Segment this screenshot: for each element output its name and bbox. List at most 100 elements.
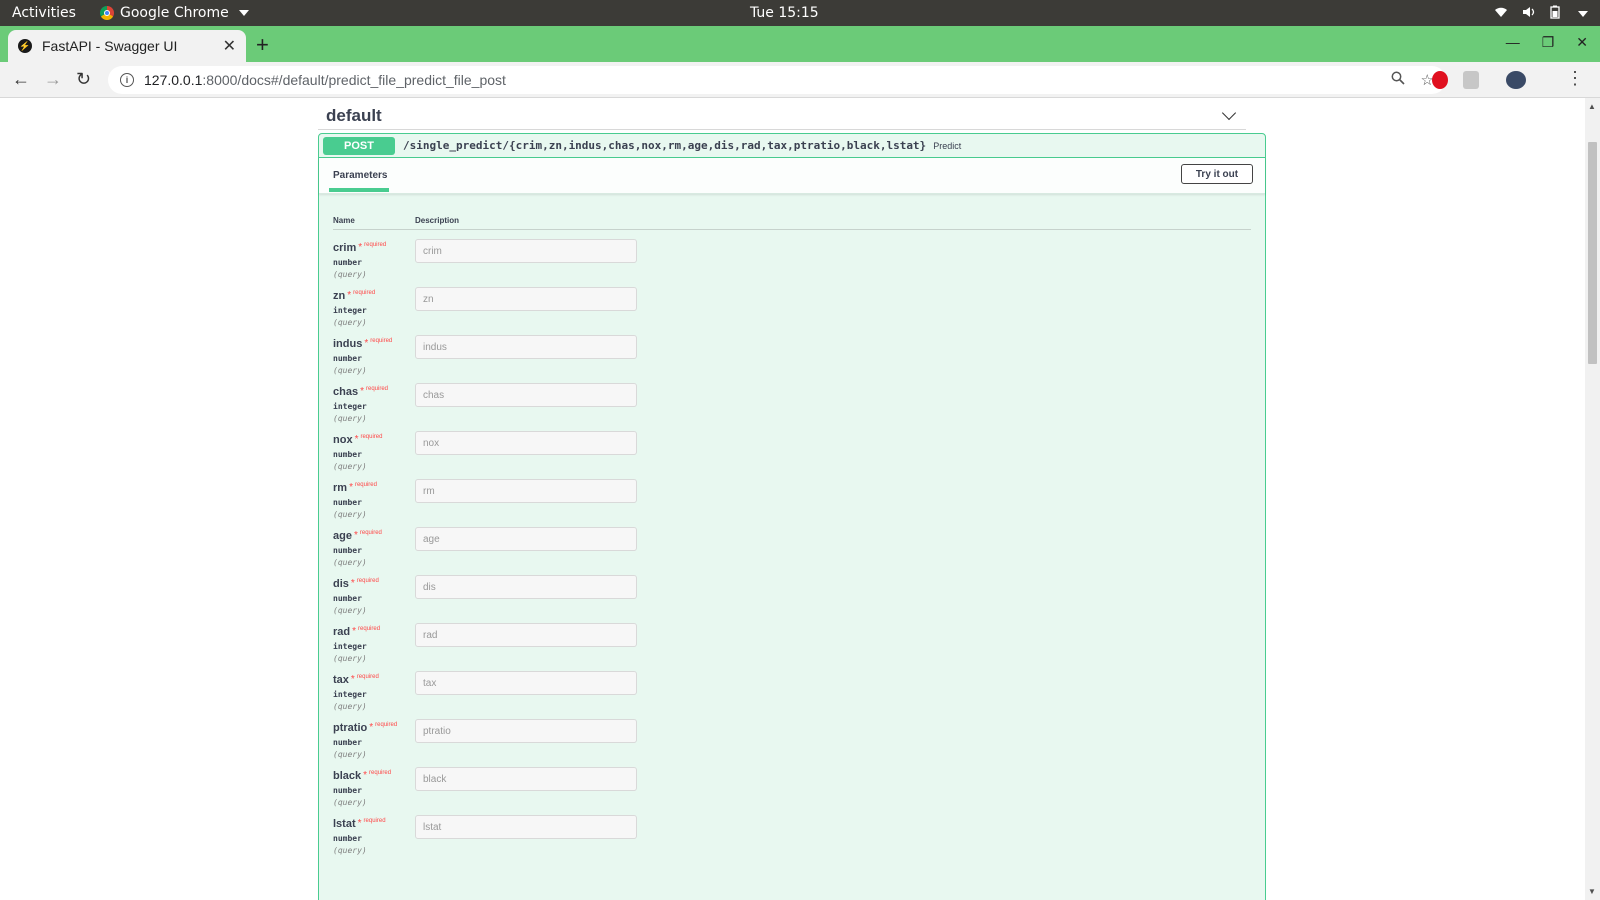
parameter-name-cell: nox * required number (query) (333, 422, 415, 471)
operation-summary-text: Predict (933, 140, 962, 151)
scrollbar-thumb[interactable] (1588, 142, 1597, 364)
tab-title: FastAPI - Swagger UI (42, 38, 178, 54)
reload-icon[interactable]: ↻ (76, 69, 91, 90)
parameter-input[interactable]: nox (415, 431, 637, 455)
required-label: required (353, 290, 376, 296)
parameter-name: indus (333, 338, 363, 350)
parameter-row: lstat * required number (query) lstat (333, 806, 1251, 855)
parameter-name-cell: tax * required integer (query) (333, 662, 415, 711)
extension-icon[interactable] (1463, 71, 1479, 89)
parameter-input[interactable]: chas (415, 383, 637, 407)
parameter-name-cell: ptratio * required number (query) (333, 710, 415, 759)
operation-block: POST /single_predict/{crim,zn,indus,chas… (318, 133, 1266, 900)
minimize-icon[interactable]: — (1506, 34, 1520, 51)
browser-tab[interactable]: ⚡ FastAPI - Swagger UI ✕ (8, 30, 246, 62)
required-asterisk: * (357, 818, 362, 829)
info-icon[interactable]: i (120, 73, 134, 87)
activities-button[interactable]: Activities (12, 5, 76, 21)
back-icon[interactable]: ← (12, 69, 30, 90)
parameter-name: nox (333, 434, 353, 446)
page-scrollbar[interactable]: ▲ ▼ (1585, 98, 1600, 900)
url-path: :8000/docs#/default/predict_file_predict… (202, 72, 506, 88)
required-label: required (363, 818, 386, 824)
volume-icon (1522, 6, 1536, 22)
battery-icon (1550, 5, 1560, 23)
try-it-out-button[interactable]: Try it out (1181, 164, 1253, 184)
restore-icon[interactable]: ❐ (1542, 34, 1555, 51)
profile-avatar[interactable] (1506, 71, 1526, 89)
browser-tab-strip: ⚡ FastAPI - Swagger UI ✕ + — ❐ ✕ (0, 26, 1600, 62)
required-label: required (369, 770, 392, 776)
tray-caret-icon (1578, 11, 1588, 17)
app-menu[interactable]: Google Chrome (100, 5, 249, 21)
parameter-name-cell: lstat * required number (query) (333, 806, 415, 855)
parameter-input[interactable]: rad (415, 623, 637, 647)
fastapi-favicon-icon: ⚡ (18, 39, 32, 53)
parameter-row: rm * required number (query) rm (333, 470, 1251, 519)
tab-parameters[interactable]: Parameters (333, 170, 387, 181)
required-asterisk: * (360, 386, 364, 397)
required-asterisk: * (354, 434, 359, 445)
required-label: required (358, 626, 381, 632)
parameter-row: nox * required number (query) nox (333, 422, 1251, 471)
required-asterisk: * (353, 530, 358, 541)
parameter-name-cell: dis * required number (query) (333, 566, 415, 615)
parameter-input[interactable]: rm (415, 479, 637, 503)
parameter-input[interactable]: age (415, 527, 637, 551)
parameter-input[interactable]: dis (415, 575, 637, 599)
parameter-name-cell: indus * required number (query) (333, 326, 415, 375)
parameter-row: dis * required number (query) dis (333, 566, 1251, 615)
parameter-type: number (333, 258, 362, 267)
parameter-name: age (333, 530, 352, 542)
parameter-name-cell: chas * required integer (query) (333, 374, 415, 423)
close-window-icon[interactable]: ✕ (1576, 34, 1588, 51)
column-name-header: Name (333, 216, 355, 225)
parameter-name: ptratio (333, 722, 368, 734)
swagger-page: default POST /single_predict/{crim,zn,in… (0, 98, 1585, 900)
clock[interactable]: Tue 15:15 (750, 5, 819, 21)
system-tray[interactable] (1494, 5, 1588, 23)
parameters-table: Name Description crim * required number (q… (333, 212, 1251, 855)
chevron-down-icon[interactable] (1221, 105, 1237, 120)
parameters-header: Parameters Try it out (319, 158, 1265, 194)
parameter-row: zn * required integer (query) zn (333, 278, 1251, 327)
parameter-type: number (333, 834, 362, 843)
column-description-header: Description (415, 216, 460, 225)
parameter-input[interactable]: lstat (415, 815, 637, 839)
parameter-name: lstat (333, 818, 356, 830)
parameter-type: number (333, 738, 362, 747)
tag-section-header[interactable]: default (318, 102, 1246, 130)
close-tab-icon[interactable]: ✕ (223, 36, 236, 56)
required-label: required (364, 242, 387, 248)
parameter-name-cell: crim * required number (query) (333, 230, 415, 279)
scroll-down-icon[interactable]: ▼ (1588, 887, 1596, 896)
parameter-type: number (333, 498, 362, 507)
operation-summary[interactable]: POST /single_predict/{crim,zn,indus,chas… (319, 134, 1265, 158)
address-bar[interactable]: i 127.0.0.1:8000/docs#/default/predict_f… (108, 66, 1446, 94)
zoom-icon[interactable] (1391, 71, 1405, 89)
parameter-input[interactable]: black (415, 767, 637, 791)
parameter-input[interactable]: tax (415, 671, 637, 695)
parameter-row: tax * required integer (query) tax (333, 662, 1251, 711)
parameter-name: rad (333, 626, 351, 638)
browser-menu-icon[interactable]: ⋮ (1566, 68, 1584, 89)
parameter-type: integer (333, 306, 367, 315)
required-asterisk: * (347, 290, 352, 301)
parameter-input[interactable]: zn (415, 287, 637, 311)
required-asterisk: * (349, 482, 353, 493)
parameter-row: rad * required integer (query) rad (333, 614, 1251, 663)
parameter-name: tax (333, 674, 349, 686)
parameter-name-cell: rm * required number (query) (333, 470, 415, 519)
parameter-input[interactable]: indus (415, 335, 637, 359)
required-label: required (375, 722, 398, 728)
parameter-input[interactable]: ptratio (415, 719, 637, 743)
required-label: required (360, 434, 383, 440)
opera-extension-icon[interactable] (1432, 71, 1448, 89)
parameter-input[interactable]: crim (415, 239, 637, 263)
parameter-name-cell: age * required number (query) (333, 518, 415, 567)
tab-underline (329, 188, 389, 192)
new-tab-icon[interactable]: + (256, 32, 269, 58)
forward-icon[interactable]: → (44, 69, 62, 90)
chrome-logo-icon (100, 6, 114, 20)
scroll-up-icon[interactable]: ▲ (1588, 102, 1596, 111)
